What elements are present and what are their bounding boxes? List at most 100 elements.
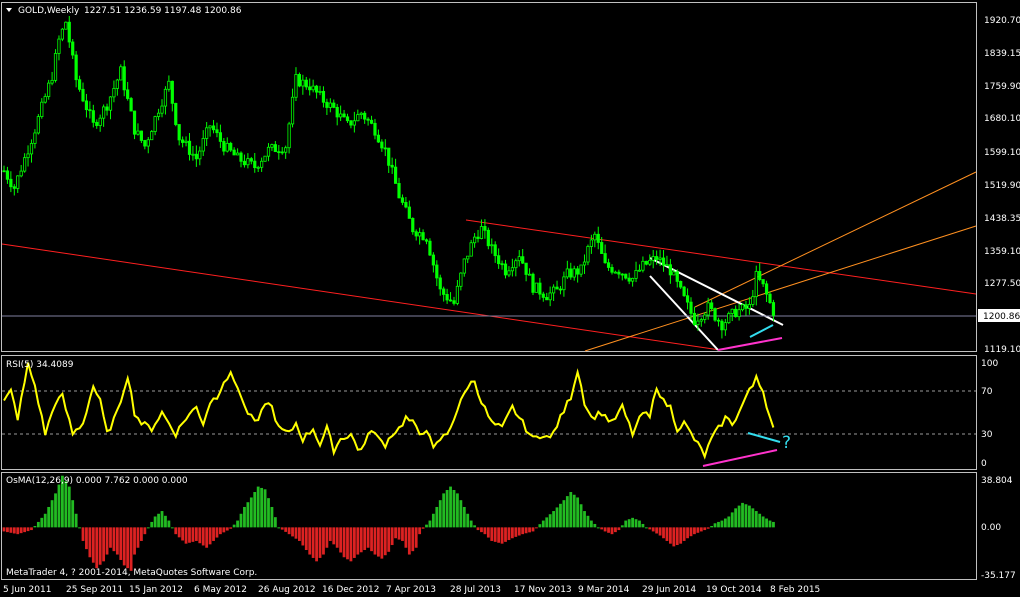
osma-bar <box>706 527 710 529</box>
candle-body <box>699 319 703 322</box>
osma-bar <box>177 527 181 538</box>
candle-body <box>627 277 631 282</box>
osma-bar <box>414 527 418 548</box>
osma-bar <box>648 527 652 530</box>
osma-bar <box>500 527 504 544</box>
candle-body <box>9 178 13 188</box>
candle-body <box>376 134 381 143</box>
osma-bar <box>727 516 731 528</box>
candle-body <box>91 110 95 123</box>
osma-bar <box>401 527 404 541</box>
candle-body <box>53 53 58 81</box>
candle-body <box>2 170 6 173</box>
osma-bar <box>363 527 367 551</box>
candle-body <box>50 79 54 84</box>
ohlc-label: 1227.51 1236.59 1197.48 1200.86 <box>84 6 242 16</box>
candle-body <box>438 277 442 290</box>
osma-bar <box>528 527 531 533</box>
price-divergence-magenta-line[interactable] <box>717 337 783 351</box>
osma-bar <box>188 527 191 543</box>
osma-bar <box>91 527 95 563</box>
candle-body <box>160 105 164 114</box>
osma-bar <box>57 484 61 528</box>
rsi-line[interactable] <box>3 362 775 460</box>
rsi-tick-label: 30 <box>981 430 993 440</box>
osma-bar <box>198 527 202 544</box>
osma-bar <box>579 504 583 528</box>
candle-body <box>400 197 405 203</box>
lower-orange-channel-line[interactable] <box>584 225 977 352</box>
osma-bar <box>335 527 339 548</box>
osma-bar <box>64 481 68 528</box>
osma-bar <box>668 527 672 544</box>
time-tick-label: 29 Jun 2014 <box>642 585 696 595</box>
candle-body <box>407 206 411 219</box>
candle-body <box>287 123 291 149</box>
trendlines <box>1 171 977 352</box>
upper-red-channel-line[interactable] <box>465 219 977 295</box>
osma-bar <box>480 527 483 533</box>
chart-svg[interactable]: ? GOLD,Weekly 1227.51 1236.59 1197.48 12… <box>0 0 1020 597</box>
candle-body <box>380 141 384 149</box>
osma-bar <box>88 527 92 558</box>
osma-bar <box>208 527 212 545</box>
candle-body <box>383 147 387 150</box>
candle-body <box>43 96 47 103</box>
candle-body <box>235 152 240 156</box>
candle-body <box>682 286 686 297</box>
osma-bar <box>672 527 676 547</box>
osma-bar <box>514 527 518 537</box>
osma-bar <box>524 527 528 534</box>
rsi-divergence-magenta-line[interactable] <box>702 449 778 467</box>
candle-body <box>459 272 463 287</box>
osma-bar <box>747 505 751 528</box>
candle-body <box>730 308 734 314</box>
candle-body <box>510 267 514 272</box>
candle-body <box>81 88 85 102</box>
osma-bar <box>531 527 535 532</box>
osma-bar <box>184 527 188 544</box>
osma-bar <box>699 527 703 532</box>
candle-body <box>414 231 418 237</box>
osma-bar <box>665 527 669 541</box>
osma-bar <box>222 527 226 533</box>
candle-body <box>191 153 195 156</box>
candle-body <box>565 268 569 278</box>
osma-bar <box>140 527 143 541</box>
osma-bar <box>569 492 573 528</box>
price-tick-label: 1519.90 <box>984 181 1020 191</box>
symbol-label: GOLD,Weekly <box>18 6 80 16</box>
candle-body <box>411 217 415 233</box>
lower-red-channel-line[interactable] <box>1 243 721 351</box>
osma-bar <box>456 493 459 528</box>
osma-bar <box>54 493 57 528</box>
osma-bar <box>737 505 741 528</box>
candle-body <box>40 101 44 117</box>
candle-body <box>497 255 501 265</box>
candle-body <box>74 54 78 81</box>
osma-bar <box>294 527 298 539</box>
osma-bar <box>710 526 714 528</box>
price-candles[interactable] <box>2 16 776 339</box>
candle-body <box>771 302 776 316</box>
price-divergence-cyan-line[interactable] <box>749 324 774 338</box>
osma-tick-label: -35.177 <box>981 571 1016 581</box>
osma-histogram[interactable] <box>2 475 775 571</box>
candle-body <box>29 143 34 155</box>
rsi-axis: 100 70 30 0 <box>981 359 998 469</box>
osma-bar <box>682 527 686 541</box>
osma-bar <box>572 494 576 528</box>
candle-body <box>727 313 731 324</box>
candle-body <box>95 121 99 126</box>
osma-bar <box>517 527 521 536</box>
dropdown-triangle-icon[interactable] <box>6 8 12 12</box>
candle-body <box>150 131 154 141</box>
candle-body <box>723 322 727 331</box>
osma-bar <box>78 527 81 529</box>
candle-body <box>256 166 260 169</box>
candle-body <box>332 102 336 108</box>
candle-body <box>136 130 140 135</box>
osma-bar <box>239 513 243 528</box>
osma-bar <box>445 489 449 528</box>
candle-body <box>215 129 219 134</box>
